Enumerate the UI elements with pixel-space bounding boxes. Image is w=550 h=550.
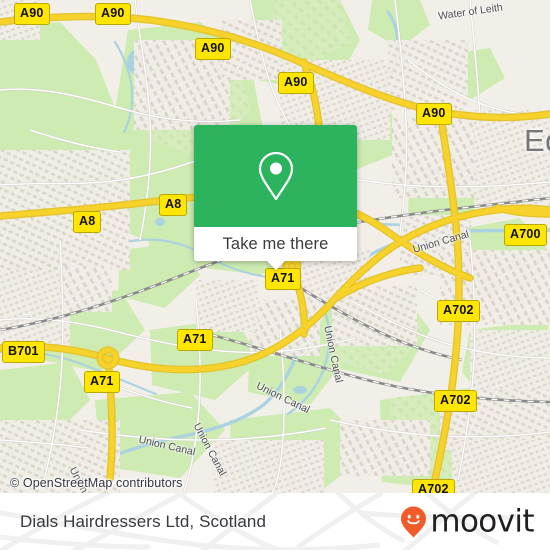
road-shield-a702[interactable]: A702 — [434, 390, 477, 412]
location-popup-card[interactable]: Take me there — [194, 125, 357, 270]
popup-tail-arrow — [266, 261, 285, 270]
road-shield-a700[interactable]: A700 — [504, 224, 547, 246]
road-shield-a8[interactable]: A8 — [73, 211, 102, 233]
road-shield-a90[interactable]: A90 — [195, 38, 231, 60]
footer-bar: Dials Hairdressers Ltd, Scotland moovit — [0, 493, 550, 550]
popup-footer[interactable]: Take me there — [194, 227, 357, 270]
road-shield-b701[interactable]: B701 — [2, 341, 45, 363]
road-shield-a90[interactable]: A90 — [14, 3, 50, 25]
osm-attribution[interactable]: © OpenStreetMap contributors — [0, 474, 550, 493]
city-label: Edi — [524, 123, 550, 158]
road-shield-a90[interactable]: A90 — [95, 3, 131, 25]
moovit-brand[interactable]: moovit — [400, 503, 535, 539]
map-pin-icon — [258, 151, 293, 201]
road-shield-a90[interactable]: A90 — [278, 72, 314, 94]
map-viewport[interactable]: Water of Leith Union Canal Union Canal U… — [0, 0, 550, 493]
road-shield-a71[interactable]: A71 — [265, 268, 301, 290]
road-shield-a702[interactable]: A702 — [437, 300, 480, 322]
road-shield-a8[interactable]: A8 — [159, 194, 188, 216]
take-me-there-label: Take me there — [222, 234, 329, 253]
map-page: Water of Leith Union Canal Union Canal U… — [0, 0, 550, 550]
road-shield-a90[interactable]: A90 — [416, 103, 452, 125]
popup-header — [194, 125, 357, 227]
road-shield-a71[interactable]: A71 — [84, 371, 120, 393]
road-shield-a71[interactable]: A71 — [177, 329, 213, 351]
moovit-smile-pin-icon — [401, 506, 427, 537]
moovit-wordmark: moovit — [430, 503, 534, 539]
place-title: Dials Hairdressers Ltd, Scotland — [20, 511, 267, 531]
